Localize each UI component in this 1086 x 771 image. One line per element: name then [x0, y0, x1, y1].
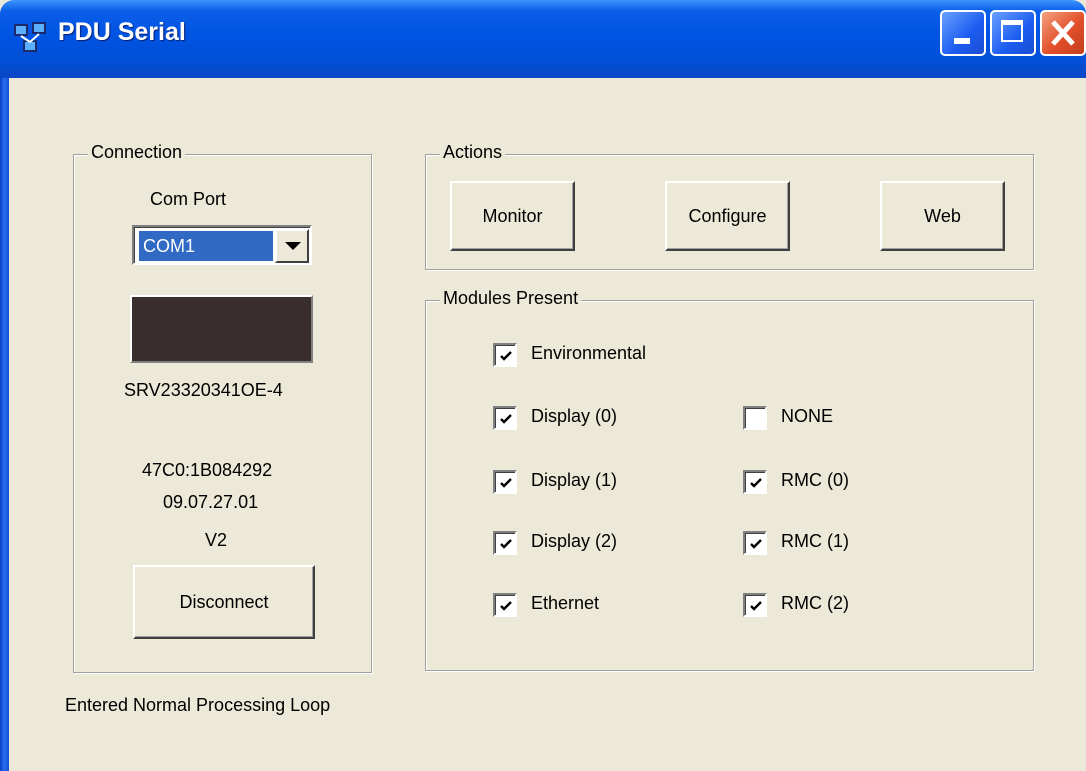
configure-button[interactable]: Configure	[665, 181, 790, 251]
monitor-button[interactable]: Monitor	[450, 181, 575, 251]
checkbox-label: Display (2)	[531, 531, 618, 551]
checkbox-label: Display (1)	[531, 470, 618, 490]
window-left-border	[0, 78, 9, 771]
checkmark-icon	[750, 601, 762, 611]
checkmark-icon	[500, 539, 512, 549]
checkbox[interactable]	[743, 406, 767, 430]
device-serial: SRV23320341OE-4	[124, 380, 283, 400]
checkbox[interactable]	[743, 531, 767, 555]
com-port-label: Com Port	[150, 189, 227, 209]
checkbox-label: RMC (1)	[781, 531, 849, 551]
title-bar[interactable]: PDU Serial	[0, 0, 1086, 78]
status-display-panel	[130, 295, 313, 363]
status-text: Entered Normal Processing Loop	[65, 695, 331, 715]
app-icon	[14, 22, 46, 52]
checkmark-icon	[500, 414, 512, 424]
modules-group-title: Modules Present	[440, 288, 582, 309]
checkbox-label: RMC (0)	[781, 470, 849, 490]
checkmark-icon	[500, 351, 512, 361]
checkbox[interactable]	[493, 593, 517, 617]
checkbox[interactable]	[493, 343, 517, 367]
actions-group-title: Actions	[440, 142, 506, 163]
checkbox-label: RMC (2)	[781, 593, 849, 613]
chevron-down-icon	[285, 242, 301, 250]
checkbox[interactable]	[493, 470, 517, 494]
checkbox[interactable]	[493, 406, 517, 430]
window-title: PDU Serial	[58, 18, 186, 46]
disconnect-button[interactable]: Disconnect	[133, 565, 315, 639]
com-port-dropdown-button[interactable]	[275, 229, 309, 263]
minimize-icon	[954, 38, 970, 44]
checkbox[interactable]	[493, 531, 517, 555]
firmware-date: 09.07.27.01	[163, 492, 259, 512]
close-icon	[1051, 20, 1075, 46]
minimize-button[interactable]	[940, 10, 986, 56]
checkbox[interactable]	[743, 593, 767, 617]
checkmark-icon	[750, 478, 762, 488]
com-port-select[interactable]: COM1	[132, 225, 312, 265]
close-button[interactable]	[1040, 10, 1086, 56]
firmware-version: V2	[205, 530, 228, 550]
checkbox[interactable]	[743, 470, 767, 494]
maximize-icon	[1001, 20, 1023, 42]
checkbox-label: NONE	[781, 406, 834, 426]
checkbox-label: Display (0)	[531, 406, 618, 426]
checkmark-icon	[750, 539, 762, 549]
checkbox-label: Environmental	[531, 343, 647, 363]
web-button[interactable]: Web	[880, 181, 1005, 251]
com-port-value: COM1	[139, 231, 273, 261]
device-address: 47C0:1B084292	[142, 460, 273, 480]
connection-group-title: Connection	[88, 142, 186, 163]
checkmark-icon	[500, 601, 512, 611]
checkbox-label: Ethernet	[531, 593, 600, 613]
checkmark-icon	[500, 478, 512, 488]
maximize-button[interactable]	[990, 10, 1036, 56]
